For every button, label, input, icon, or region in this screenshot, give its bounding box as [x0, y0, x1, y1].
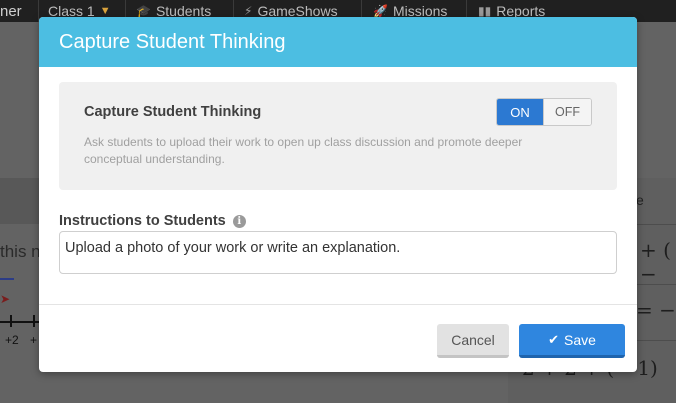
instructions-label: Instructions to Students: [59, 213, 226, 229]
setting-description: Ask students to upload their work to ope…: [84, 135, 523, 166]
number-line-tick: [10, 315, 12, 327]
check-icon: ✔: [548, 331, 559, 347]
arrow-right-icon: ➤: [0, 292, 11, 306]
setting-panel: Capture Student Thinking ON OFF Ask stud…: [59, 82, 617, 190]
number-line-label: +: [30, 333, 38, 347]
toggle-off-button[interactable]: OFF: [543, 99, 591, 125]
dialog-header: Capture Student Thinking: [39, 17, 637, 67]
setting-title: Capture Student Thinking: [84, 104, 262, 120]
number-line-label: +2: [5, 333, 19, 347]
brand-text: ner: [0, 3, 22, 20]
dialog-title: Capture Student Thinking: [59, 30, 286, 53]
bar-chart-icon: ▮▮: [478, 4, 492, 18]
background-question-text: this n: [0, 242, 41, 261]
footer-divider: [39, 304, 637, 305]
lightning-icon: ⚡: [244, 4, 253, 18]
instructions-label-row: Instructions to Students i: [59, 213, 246, 229]
save-button[interactable]: ✔ Save: [519, 324, 625, 358]
capture-student-thinking-dialog: Capture Student Thinking Capture Student…: [39, 17, 637, 372]
background-blue-line: [0, 278, 14, 280]
save-button-label: Save: [563, 331, 596, 348]
graduation-cap-icon: 🎓: [136, 4, 151, 18]
number-line-tick: [33, 315, 35, 327]
capture-thinking-toggle[interactable]: ON OFF: [496, 98, 592, 126]
instructions-input[interactable]: Upload a photo of your work or write an …: [59, 231, 617, 274]
toggle-on-button[interactable]: ON: [497, 99, 543, 125]
info-icon[interactable]: i: [232, 214, 246, 228]
rocket-icon: 🚀: [373, 4, 388, 18]
math-fragment: + ( −: [640, 238, 671, 286]
math-fragment: = −: [636, 298, 676, 322]
chevron-down-icon: ▼: [99, 5, 111, 17]
column-header: e: [636, 192, 644, 208]
cancel-button[interactable]: Cancel: [437, 324, 509, 358]
